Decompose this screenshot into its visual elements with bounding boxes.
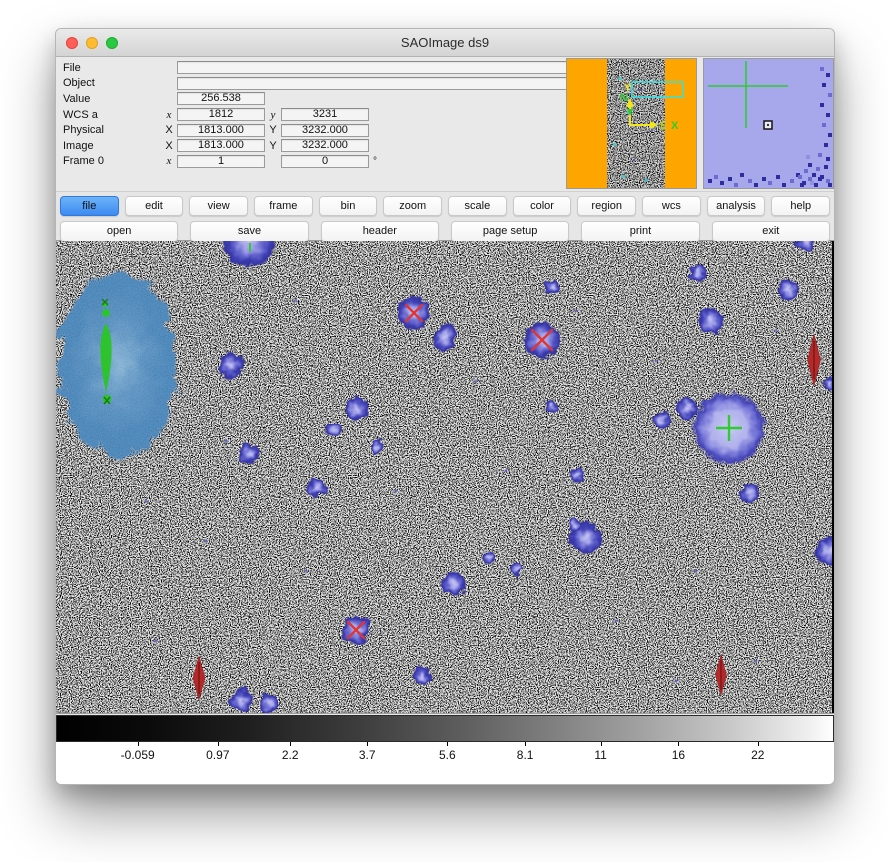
page-setup-button[interactable]: page setup xyxy=(451,221,569,242)
menu-color[interactable]: color xyxy=(513,196,572,216)
save-button[interactable]: save xyxy=(190,221,308,242)
menu-region[interactable]: region xyxy=(577,196,636,216)
frame-rotation-field[interactable]: 0 xyxy=(281,155,369,168)
menu-bar: file edit view frame bin zoom scale colo… xyxy=(56,191,834,240)
value-label: Value xyxy=(63,93,161,105)
physical-x-field[interactable]: 1813.000 xyxy=(177,124,265,137)
colorbar-tick-label: 5.6 xyxy=(439,748,456,762)
menu-edit[interactable]: edit xyxy=(125,196,184,216)
frame-row: Frame 0 x 1 0 ° xyxy=(56,154,566,170)
menu-help[interactable]: help xyxy=(771,196,830,216)
image-label: Image xyxy=(63,140,161,152)
image-x-label: X xyxy=(161,140,177,152)
titlebar[interactable]: SAOImage ds9 xyxy=(56,29,834,57)
colorbar-tick-label: 11 xyxy=(594,748,606,762)
open-button[interactable]: open xyxy=(60,221,178,242)
wcs-row: WCS a x 1812 y 3231 xyxy=(56,107,566,123)
menu-scale[interactable]: scale xyxy=(448,196,507,216)
image-x-field[interactable]: 1813.000 xyxy=(177,139,265,152)
menu-frame[interactable]: frame xyxy=(254,196,313,216)
frame-label: Frame 0 xyxy=(63,155,161,167)
panner-x-axis-label: X xyxy=(671,120,679,132)
wcs-y-label: y xyxy=(265,109,281,121)
coordinate-readout: File Object Value 256.538 WCS a x xyxy=(56,60,566,169)
traffic-lights xyxy=(66,37,118,49)
image-y-field[interactable]: 3232.000 xyxy=(281,139,369,152)
physical-label: Physical xyxy=(63,124,161,136)
window-title: SAOImage ds9 xyxy=(56,29,834,56)
magnifier-pixel-cursor xyxy=(764,121,772,129)
minimize-button[interactable] xyxy=(86,37,98,49)
exit-button[interactable]: exit xyxy=(712,221,830,242)
physical-x-label: X xyxy=(161,124,177,136)
ds9-window: SAOImage ds9 File Object Value 256.538 xyxy=(55,28,835,785)
colorbar-tick-label: 16 xyxy=(672,748,685,762)
object-field[interactable] xyxy=(177,77,574,90)
main-menu-row: file edit view frame bin zoom scale colo… xyxy=(58,195,832,217)
image-canvas[interactable] xyxy=(56,240,834,714)
colorbar-tick-label: 8.1 xyxy=(517,748,534,762)
menu-analysis[interactable]: analysis xyxy=(707,196,766,216)
wcs-y-field[interactable]: 3231 xyxy=(281,108,369,121)
magnifier-panel[interactable] xyxy=(703,58,834,189)
panner-image-strip xyxy=(607,59,665,188)
panner-panel[interactable]: Y N E X xyxy=(566,58,697,189)
menu-bin[interactable]: bin xyxy=(319,196,378,216)
file-row: File xyxy=(56,60,566,76)
image-row: Image X 1813.000 Y 3232.000 xyxy=(56,138,566,154)
file-field[interactable] xyxy=(177,61,574,74)
colorbar-tick-label: 2.2 xyxy=(282,748,299,762)
panner-east-label: E xyxy=(660,120,667,132)
physical-y-label: Y xyxy=(265,124,281,136)
physical-y-field[interactable]: 3232.000 xyxy=(281,124,369,137)
frame-zoom-label: x xyxy=(161,155,177,167)
sky-image xyxy=(56,241,832,713)
colorbar-tick-label: 22 xyxy=(751,748,764,762)
value-field[interactable]: 256.538 xyxy=(177,92,265,105)
image-y-label: Y xyxy=(265,140,281,152)
header-button[interactable]: header xyxy=(321,221,439,242)
colorbar-section: -0.059 0.97 2.2 3.7 5.6 8.1 11 16 22 xyxy=(56,715,834,785)
menu-view[interactable]: view xyxy=(189,196,248,216)
wcs-x-label: x xyxy=(161,109,177,121)
object-row: Object xyxy=(56,76,566,92)
file-label: File xyxy=(63,62,161,74)
physical-row: Physical X 1813.000 Y 3232.000 xyxy=(56,122,566,138)
panner-north-label: N xyxy=(620,92,628,104)
value-row: Value 256.538 xyxy=(56,91,566,107)
desktop-background: SAOImage ds9 File Object Value 256.538 xyxy=(0,0,889,862)
maximize-button[interactable] xyxy=(106,37,118,49)
degree-symbol: ° xyxy=(369,156,385,167)
magnifier-canvas xyxy=(704,59,833,188)
colorbar-tick-label: 0.97 xyxy=(206,748,229,762)
colorbar-tick-label: 3.7 xyxy=(359,748,376,762)
colorbar-scale: -0.059 0.97 2.2 3.7 5.6 8.1 11 16 22 xyxy=(56,742,834,772)
wcs-label: WCS a xyxy=(63,109,161,121)
colorbar-tick-label: -0.059 xyxy=(121,748,155,762)
menu-wcs[interactable]: wcs xyxy=(642,196,701,216)
panner-canvas: Y N E X xyxy=(567,59,696,188)
wcs-x-field[interactable]: 1812 xyxy=(177,108,265,121)
saturated-star-halo xyxy=(58,268,178,460)
frame-zoom-field[interactable]: 1 xyxy=(177,155,265,168)
colorbar[interactable] xyxy=(56,715,834,742)
object-label: Object xyxy=(63,77,161,89)
menu-file[interactable]: file xyxy=(60,196,119,216)
menu-zoom[interactable]: zoom xyxy=(383,196,442,216)
info-panel: File Object Value 256.538 WCS a x xyxy=(56,57,834,191)
close-button[interactable] xyxy=(66,37,78,49)
print-button[interactable]: print xyxy=(581,221,699,242)
